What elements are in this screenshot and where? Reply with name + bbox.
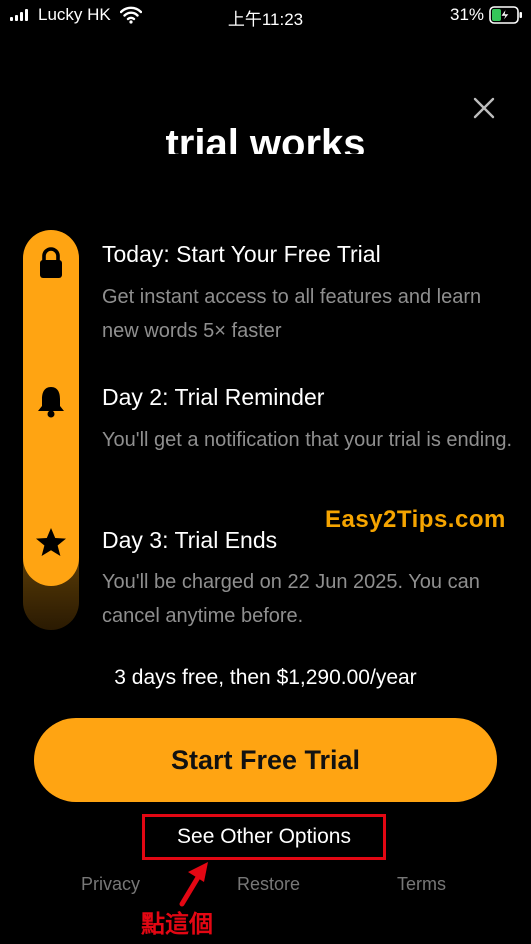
star-icon xyxy=(23,526,79,565)
pricing-text: 3 days free, then $1,290.00/year xyxy=(114,666,417,689)
lock-icon xyxy=(23,246,79,285)
header-title-text: trial works xyxy=(165,122,366,154)
annotation-arrow-icon xyxy=(179,862,208,907)
status-bar: Lucky HK 上午11:23 31% xyxy=(0,0,531,32)
start-free-trial-button[interactable]: Start Free Trial xyxy=(34,718,497,802)
bell-icon xyxy=(23,384,79,425)
privacy-link[interactable]: Privacy xyxy=(81,874,140,895)
step-2-title: Day 2: Trial Reminder xyxy=(102,384,325,410)
see-other-options-link[interactable]: See Other Options xyxy=(142,814,386,860)
step-3-title: Day 3: Trial Ends xyxy=(102,527,278,553)
battery-charging-icon xyxy=(489,6,522,24)
annotation-text: 點這個 xyxy=(141,911,213,938)
step-3-description: You'll be charged on 22 Jun 2025. You ca… xyxy=(102,571,480,627)
terms-link[interactable]: Terms xyxy=(397,874,446,895)
step-1-description: Get instant access to all features and l… xyxy=(102,286,482,342)
step-2-description: You'll get a notification that your tria… xyxy=(102,429,512,451)
watermark: Easy2Tips.com xyxy=(325,506,506,533)
battery-percent: 31% xyxy=(450,5,485,24)
trial-timeline xyxy=(23,230,79,630)
step-1-title: Today: Start Your Free Trial xyxy=(102,241,381,267)
restore-link[interactable]: Restore xyxy=(237,874,300,895)
header-title: trial works xyxy=(0,104,531,154)
